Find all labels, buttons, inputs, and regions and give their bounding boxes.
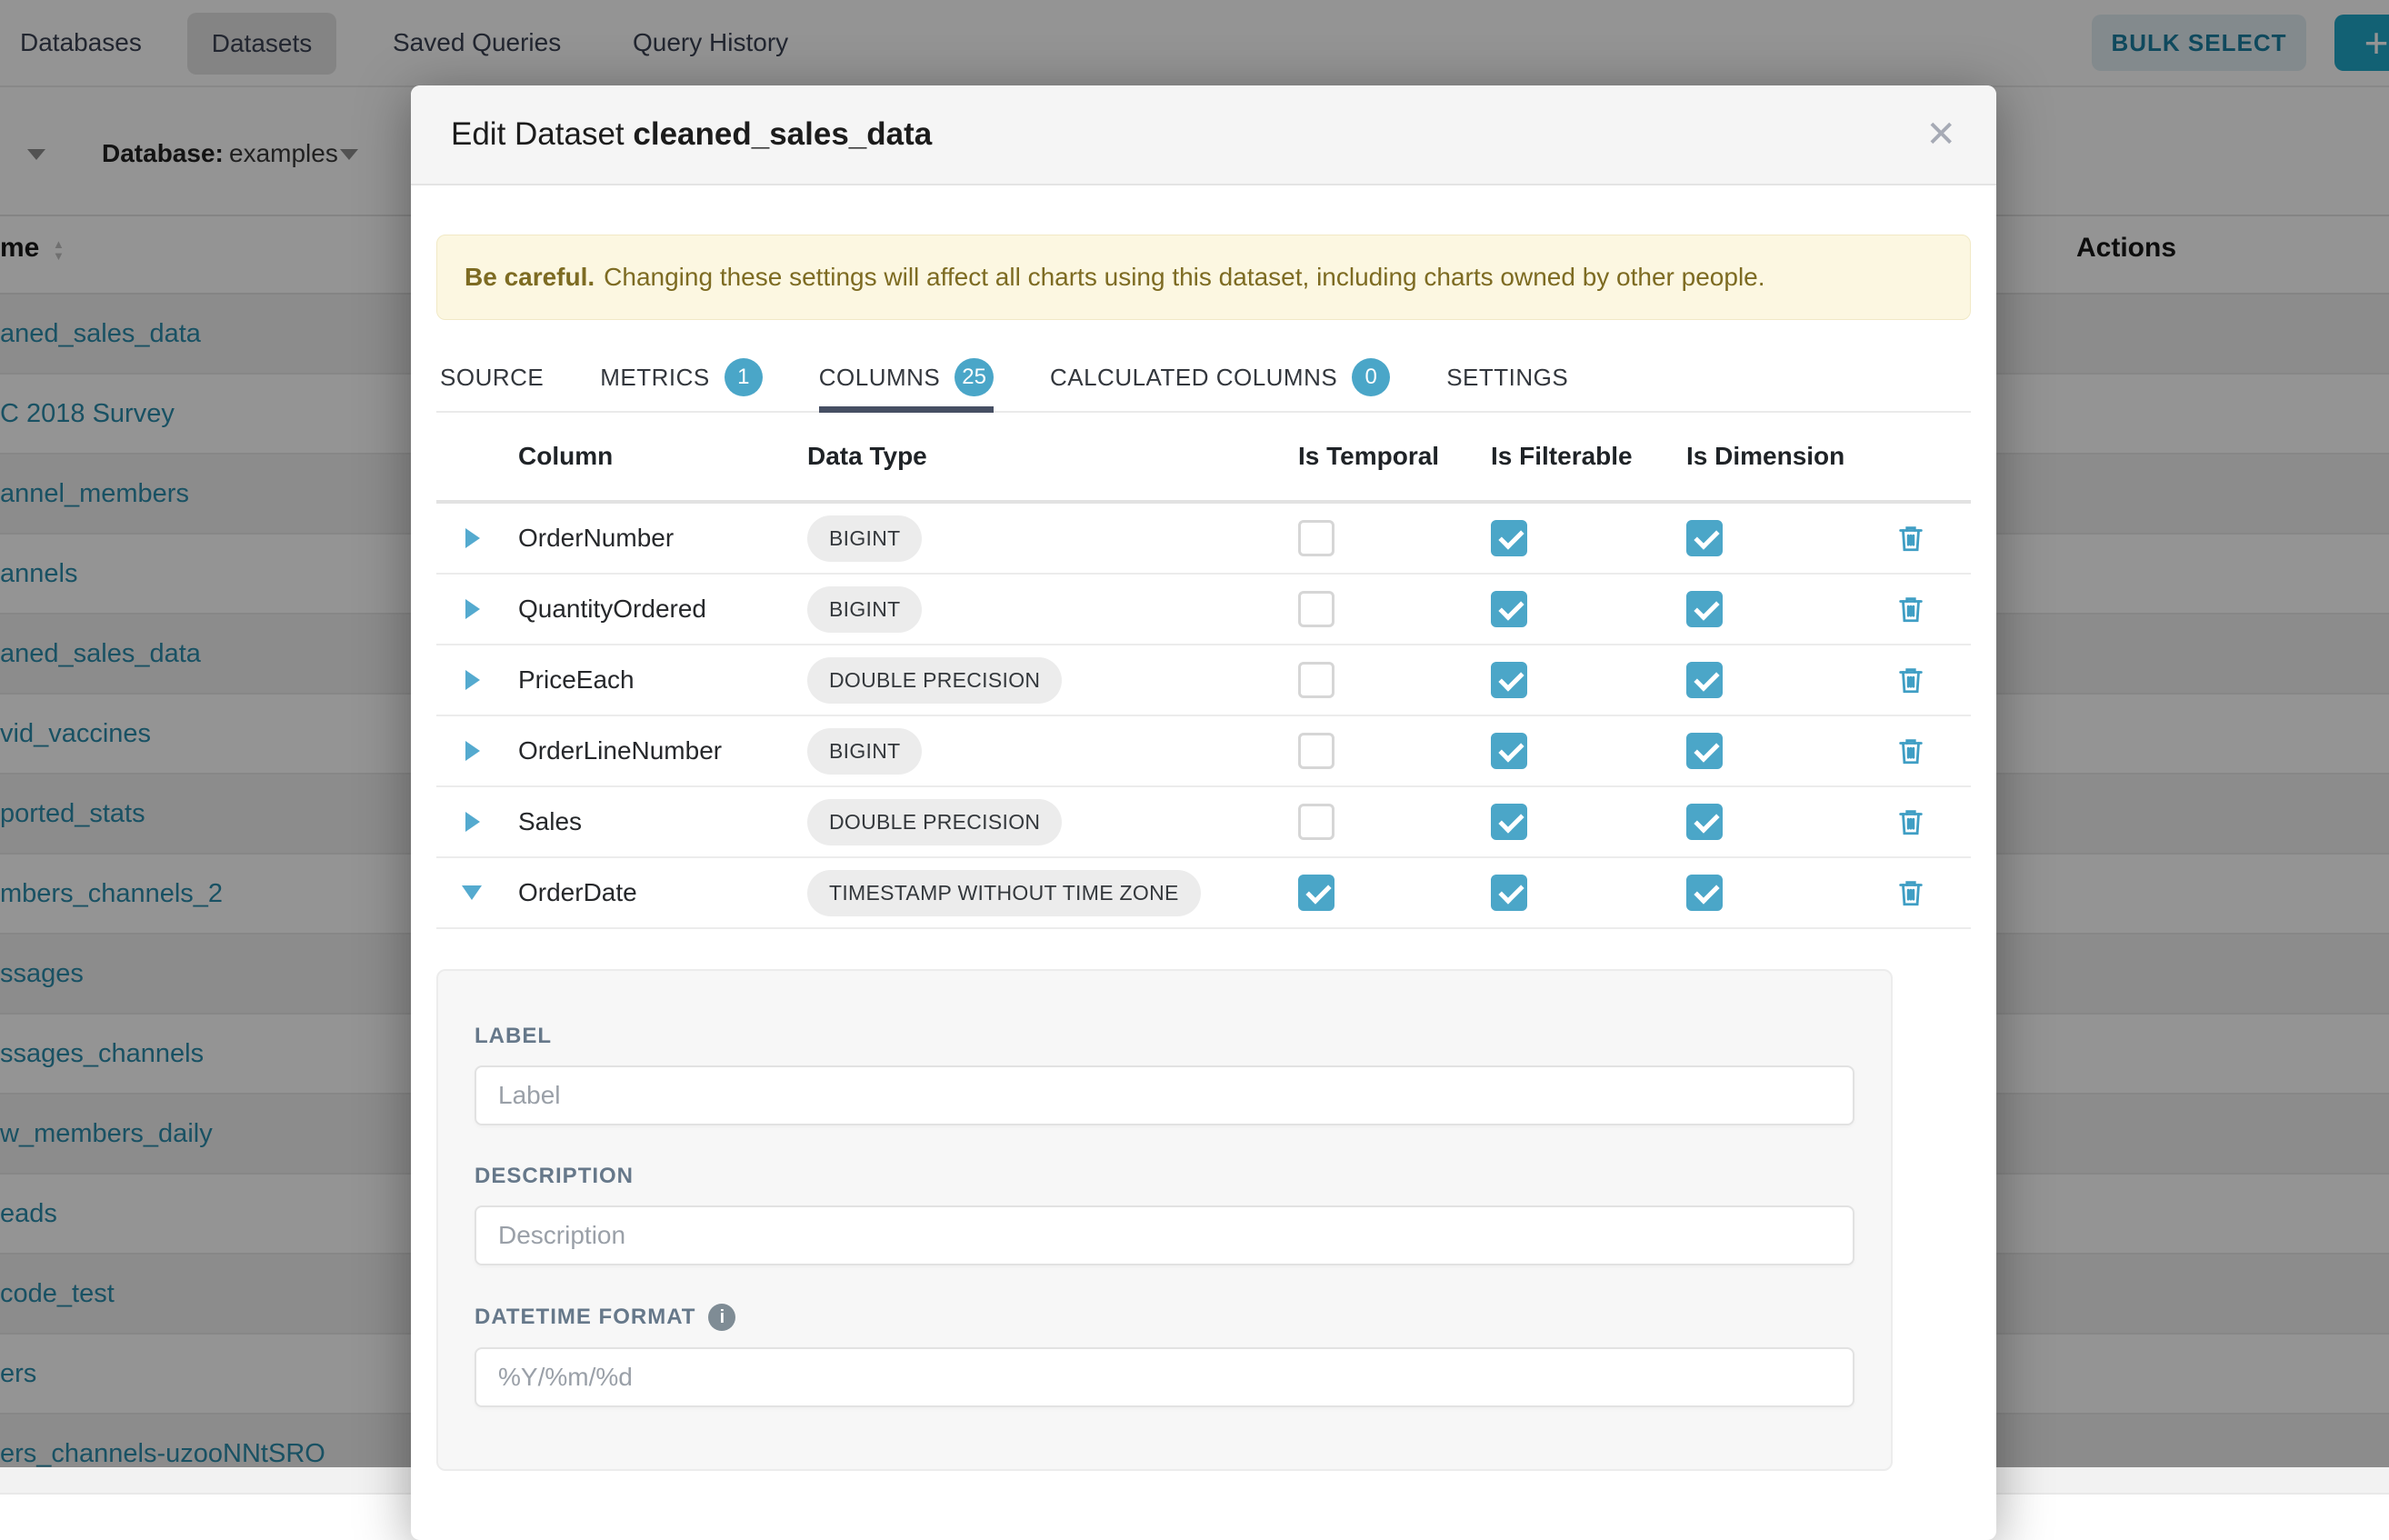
info-icon[interactable]: i <box>708 1304 735 1331</box>
delete-column-icon[interactable] <box>1895 735 1971 767</box>
is-filterable-checkbox[interactable] <box>1491 733 1527 769</box>
column-name: OrderLineNumber <box>518 736 807 765</box>
is-dimension-checkbox[interactable] <box>1686 662 1723 698</box>
delete-column-icon[interactable] <box>1895 522 1971 555</box>
expand-caret-icon[interactable] <box>465 528 480 548</box>
tab-columns[interactable]: COLUMNS 25 <box>819 344 994 411</box>
is-dimension-checkbox[interactable] <box>1686 591 1723 627</box>
column-row: Sales DOUBLE PRECISION <box>436 787 1971 858</box>
column-row: OrderLineNumber BIGINT <box>436 716 1971 787</box>
expand-caret-icon[interactable] <box>465 812 480 832</box>
datetime-format-field: DATETIME FORMAT i <box>475 1304 1854 1407</box>
close-icon[interactable]: ✕ <box>1925 116 1956 153</box>
count-badge: 0 <box>1352 358 1390 396</box>
is-filterable-checkbox[interactable] <box>1491 591 1527 627</box>
tab-label: SOURCE <box>440 364 544 392</box>
column-name: PriceEach <box>518 665 807 695</box>
modal-header: Edit Dataset cleaned_sales_data ✕ <box>411 85 1996 185</box>
column-name: OrderNumber <box>518 524 807 553</box>
is-filterable-checkbox[interactable] <box>1491 662 1527 698</box>
modal-title: Edit Dataset cleaned_sales_data <box>451 116 932 153</box>
tab-label: SETTINGS <box>1446 364 1568 392</box>
count-badge: 1 <box>725 358 763 396</box>
tab-label: CALCULATED COLUMNS <box>1050 364 1337 392</box>
datetime-format-field-label: DATETIME FORMAT i <box>475 1304 1854 1331</box>
data-type-pill: BIGINT <box>807 515 922 562</box>
dataset-name: cleaned_sales_data <box>633 116 932 152</box>
is-temporal-checkbox[interactable] <box>1298 591 1334 627</box>
is-filterable-checkbox[interactable] <box>1491 804 1527 840</box>
tab-label: COLUMNS <box>819 364 941 392</box>
description-input[interactable] <box>475 1205 1854 1265</box>
is-dimension-checkbox[interactable] <box>1686 520 1723 556</box>
column-row: QuantityOrdered BIGINT <box>436 575 1971 645</box>
is-temporal-checkbox[interactable] <box>1298 875 1334 911</box>
data-type-pill: BIGINT <box>807 728 922 775</box>
expand-caret-icon[interactable] <box>465 599 480 619</box>
warning-bold-text: Be careful. <box>465 263 595 292</box>
is-dimension-checkbox[interactable] <box>1686 733 1723 769</box>
delete-column-icon[interactable] <box>1895 593 1971 625</box>
delete-column-icon[interactable] <box>1895 805 1971 838</box>
tab-settings[interactable]: SETTINGS <box>1446 344 1568 411</box>
column-name: QuantityOrdered <box>518 595 807 624</box>
label-field-label: LABEL <box>475 1024 1854 1049</box>
is-temporal-header: Is Temporal <box>1298 442 1491 471</box>
is-dimension-checkbox[interactable] <box>1686 875 1723 911</box>
warning-text: Changing these settings will affect all … <box>604 263 1764 292</box>
modal-title-prefix: Edit Dataset <box>451 116 633 152</box>
collapse-caret-icon[interactable] <box>462 885 482 900</box>
column-name: OrderDate <box>518 878 807 907</box>
tab-source[interactable]: SOURCE <box>440 344 544 411</box>
modal-body: Be careful. Changing these settings will… <box>411 185 1996 1471</box>
tab-label: METRICS <box>600 364 710 392</box>
data-type-pill: TIMESTAMP WITHOUT TIME ZONE <box>807 870 1201 916</box>
columns-table-header: Column Data Type Is Temporal Is Filterab… <box>436 413 1971 504</box>
column-row: PriceEach DOUBLE PRECISION <box>436 645 1971 716</box>
column-row: OrderNumber BIGINT <box>436 504 1971 575</box>
data-type-pill: BIGINT <box>807 586 922 633</box>
expand-caret-icon[interactable] <box>465 741 480 761</box>
label-field: LABEL <box>475 1024 1854 1125</box>
data-type-pill: DOUBLE PRECISION <box>807 799 1062 845</box>
is-filterable-checkbox[interactable] <box>1491 520 1527 556</box>
is-filterable-header: Is Filterable <box>1491 442 1686 471</box>
warning-banner: Be careful. Changing these settings will… <box>436 235 1971 320</box>
is-temporal-checkbox[interactable] <box>1298 804 1334 840</box>
expand-caret-icon[interactable] <box>465 670 480 690</box>
delete-column-icon[interactable] <box>1895 876 1971 909</box>
description-field: DESCRIPTION <box>475 1164 1854 1265</box>
modal-tabs: SOURCE METRICS 1 COLUMNS 25 CALCULATED COL… <box>436 344 1971 413</box>
tab-calculated-columns[interactable]: CALCULATED COLUMNS 0 <box>1050 344 1390 411</box>
datetime-format-input[interactable] <box>475 1347 1854 1407</box>
count-badge: 25 <box>955 358 994 396</box>
is-temporal-checkbox[interactable] <box>1298 662 1334 698</box>
description-field-label: DESCRIPTION <box>475 1164 1854 1189</box>
data-type-pill: DOUBLE PRECISION <box>807 657 1062 704</box>
tab-metrics[interactable]: METRICS 1 <box>600 344 763 411</box>
is-filterable-checkbox[interactable] <box>1491 875 1527 911</box>
data-type-header: Data Type <box>807 442 1298 471</box>
edit-dataset-modal: Edit Dataset cleaned_sales_data ✕ Be car… <box>411 85 1996 1540</box>
column-editor-panel: LABEL DESCRIPTION DATETIME FORMAT i <box>436 969 1893 1471</box>
column-header: Column <box>518 442 807 471</box>
delete-column-icon[interactable] <box>1895 664 1971 696</box>
column-name: Sales <box>518 807 807 836</box>
is-dimension-header: Is Dimension <box>1686 442 1895 471</box>
is-temporal-checkbox[interactable] <box>1298 520 1334 556</box>
datetime-format-label-text: DATETIME FORMAT <box>475 1305 695 1330</box>
is-temporal-checkbox[interactable] <box>1298 733 1334 769</box>
label-input[interactable] <box>475 1065 1854 1125</box>
column-row-expanded: OrderDate TIMESTAMP WITHOUT TIME ZONE <box>436 858 1971 929</box>
is-dimension-checkbox[interactable] <box>1686 804 1723 840</box>
